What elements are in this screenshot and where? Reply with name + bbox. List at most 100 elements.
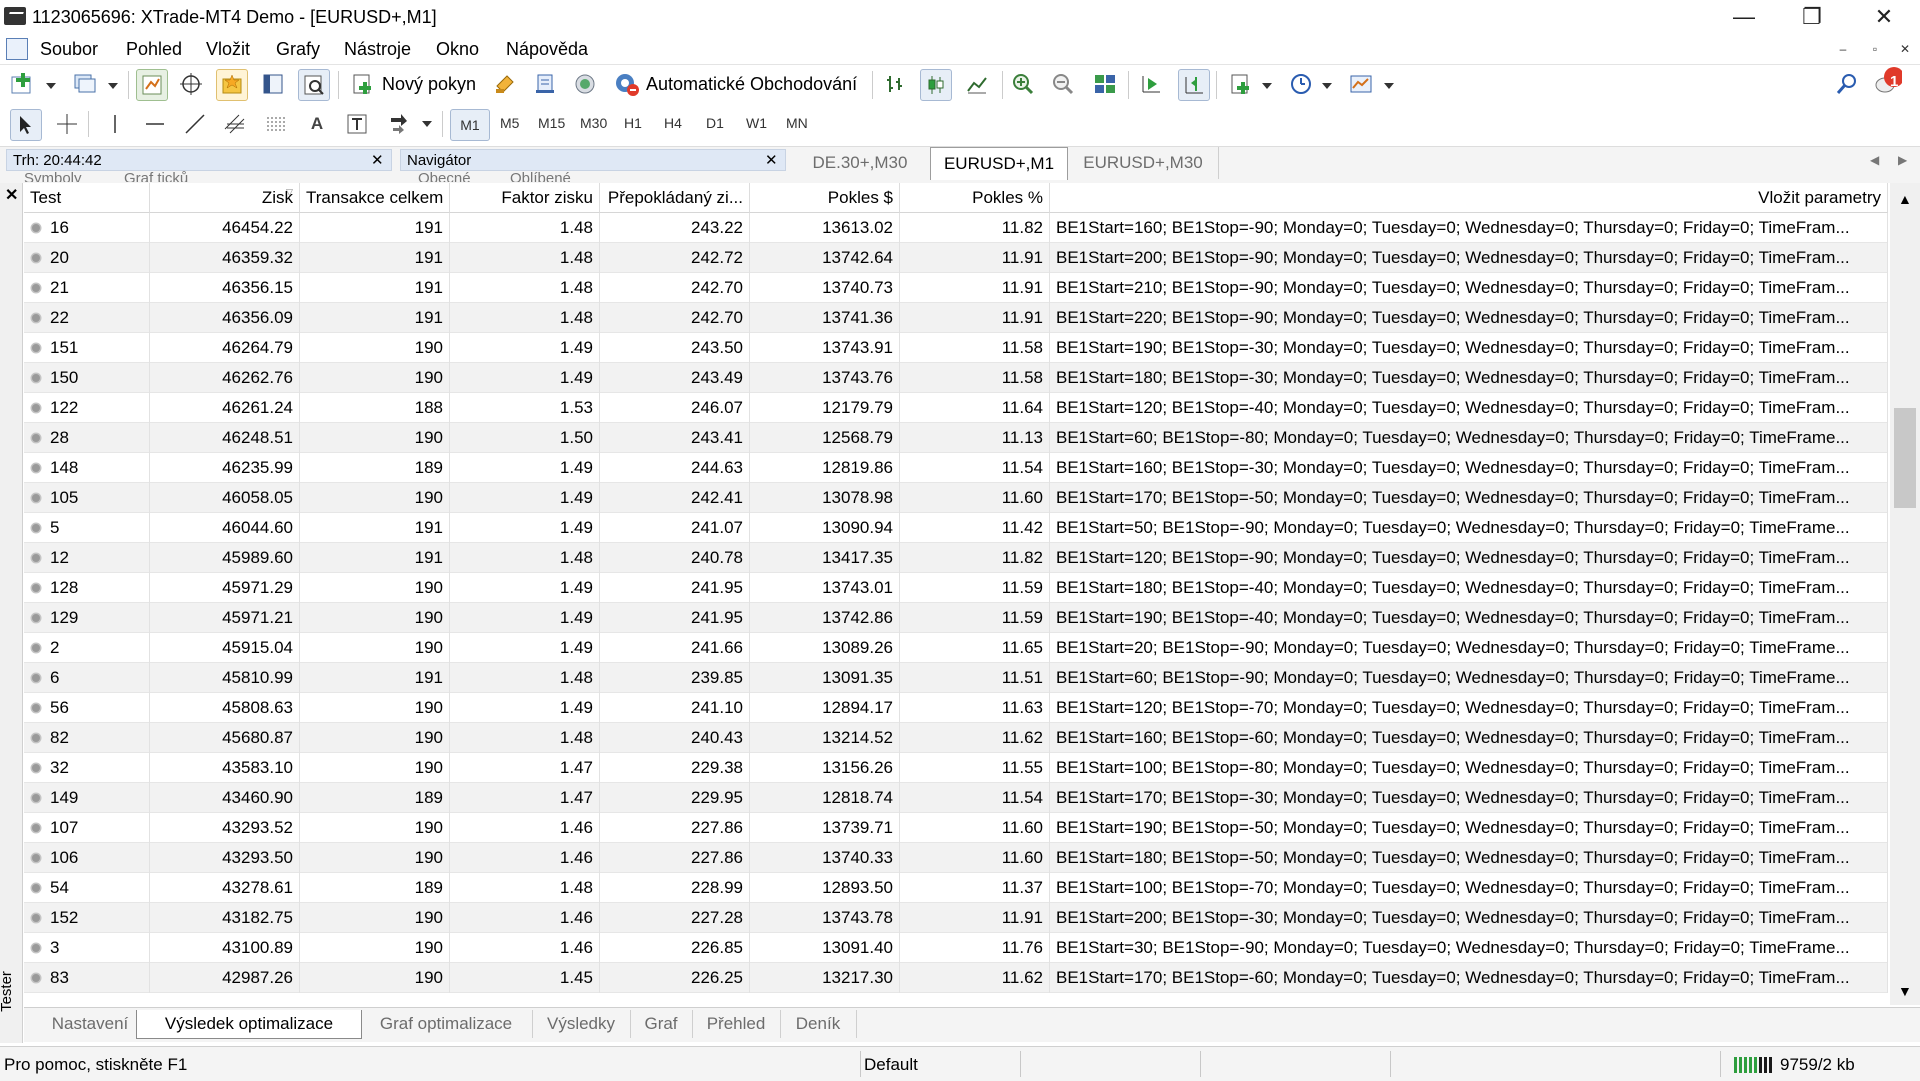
timeframe-m5[interactable]: M5	[500, 115, 519, 131]
table-row[interactable]: 6 45810.99 191 1.48 239.85 13091.35 11.51 BE1St…	[24, 663, 1888, 693]
market-watch-tab-ticks[interactable]: Graf ticků	[124, 170, 188, 182]
column-header-profit[interactable]: Zisk	[150, 183, 300, 213]
table-row[interactable]: 128 45971.29 190 1.49 241.95 13743.01 11.59 BE1…	[24, 573, 1888, 603]
arrows-icon[interactable]	[384, 109, 414, 139]
table-row[interactable]: 3 43100.89 190 1.46 226.85 13091.40 11.76 BE1St…	[24, 933, 1888, 963]
periods-dropdown-icon[interactable]	[1322, 83, 1332, 89]
table-row[interactable]: 12 45989.60 191 1.48 240.78 13417.35 11.82 BE1S…	[24, 543, 1888, 573]
templates-dropdown-icon[interactable]	[1384, 83, 1394, 89]
equidistant-channel-icon[interactable]	[220, 109, 250, 139]
column-header-drawdown-pct[interactable]: Pokles %	[900, 183, 1050, 213]
menu-grafy[interactable]: Grafy	[276, 39, 320, 60]
column-header-total-trades[interactable]: Transakce celkem	[300, 183, 450, 213]
vertical-scrollbar[interactable]: ▲ ▼	[1890, 183, 1920, 1005]
menu-nastroje[interactable]: Nástroje	[344, 39, 411, 60]
chart-tab-de30-m30[interactable]: DE.30+,M30	[790, 147, 931, 179]
menu-pohled[interactable]: Pohled	[126, 39, 182, 60]
new-order-button[interactable]: Nový pokyn	[382, 74, 476, 95]
table-row[interactable]: 83 42987.26 190 1.45 226.25 13217.30 11.62 BE1S…	[24, 963, 1888, 993]
indicators-icon[interactable]	[1226, 69, 1256, 99]
table-row[interactable]: 107 43293.52 190 1.46 227.86 13739.71 11.60 BE1…	[24, 813, 1888, 843]
data-window-icon[interactable]	[176, 69, 206, 99]
auto-trading-icon[interactable]	[612, 69, 642, 99]
navigator-tab-general[interactable]: Obecné	[418, 170, 471, 182]
new-order-icon[interactable]	[348, 69, 378, 99]
table-row[interactable]: 151 46264.79 190 1.49 243.50 13743.91 11.58 BE1…	[24, 333, 1888, 363]
candlestick-chart-icon[interactable]	[920, 69, 952, 101]
metaeditor-icon[interactable]	[490, 69, 520, 99]
tab-graf-optimalizace[interactable]: Graf optimalizace	[360, 1010, 533, 1038]
child-restore-button[interactable]: ▫	[1864, 40, 1886, 58]
table-row[interactable]: 21 46356.15 191 1.48 242.70 13740.73 11.91 BE1S…	[24, 273, 1888, 303]
table-row[interactable]: 2 45915.04 190 1.49 241.66 13089.26 11.65 BE1St…	[24, 633, 1888, 663]
notifications-icon[interactable]: 1	[1872, 67, 1902, 97]
table-row[interactable]: 129 45971.21 190 1.49 241.95 13742.86 11.59 BE1…	[24, 603, 1888, 633]
new-chart-icon[interactable]	[8, 69, 38, 99]
timeframe-h4[interactable]: H4	[664, 115, 682, 131]
fibonacci-icon[interactable]	[262, 109, 292, 139]
vertical-line-icon[interactable]	[100, 109, 130, 139]
timeframe-d1[interactable]: D1	[706, 115, 724, 131]
periods-icon[interactable]	[1286, 69, 1316, 99]
market-watch-close-icon[interactable]: ✕	[371, 150, 384, 172]
tabs-scroll-right-icon[interactable]: ▶	[1898, 153, 1907, 167]
table-row[interactable]: 22 46356.09 191 1.48 242.70 13741.36 11.91 BE1S…	[24, 303, 1888, 333]
zoom-in-icon[interactable]	[1008, 69, 1038, 99]
tab-denik[interactable]: Deník	[780, 1010, 857, 1038]
bar-chart-icon[interactable]	[880, 69, 910, 99]
close-button[interactable]: ✕	[1856, 2, 1912, 32]
scroll-thumb[interactable]	[1894, 408, 1916, 508]
tab-vysledky[interactable]: Výsledky	[532, 1010, 631, 1038]
tab-nastaveni[interactable]: Nastavení	[34, 1010, 147, 1038]
strategy-tester-icon[interactable]	[298, 69, 330, 101]
tester-close-icon[interactable]: ✕	[5, 185, 18, 205]
navigator-close-icon[interactable]: ✕	[765, 150, 778, 172]
chart-tab-eurusd-m30[interactable]: EURUSD+,M30	[1068, 147, 1219, 179]
search-icon[interactable]	[1832, 69, 1862, 99]
menu-soubor[interactable]: Soubor	[40, 39, 98, 60]
tab-prehled[interactable]: Přehled	[692, 1010, 781, 1038]
profiles-dropdown-icon[interactable]	[108, 83, 118, 89]
column-header-input-parameters[interactable]: Vložit parametry	[1050, 183, 1888, 213]
navigator-icon[interactable]	[216, 69, 248, 101]
column-header-test[interactable]: Test	[24, 183, 150, 213]
timeframe-m1[interactable]: M1	[460, 117, 479, 133]
text-label-icon[interactable]	[342, 109, 372, 139]
column-header-drawdown-usd[interactable]: Pokles $	[750, 183, 900, 213]
crosshair-icon[interactable]	[52, 109, 82, 139]
table-row[interactable]: 16 46454.22 191 1.48 243.22 13613.02 11.82 BE1S…	[24, 213, 1888, 243]
timeframe-mn[interactable]: MN	[786, 115, 808, 131]
table-row[interactable]: 152 43182.75 190 1.46 227.28 13743.78 11.91 BE1…	[24, 903, 1888, 933]
table-row[interactable]: 54 43278.61 189 1.48 228.99 12893.50 11.37 BE1S…	[24, 873, 1888, 903]
column-header-expected-payoff[interactable]: Přepokládaný zi...	[600, 183, 750, 213]
auto-scroll-icon[interactable]	[1136, 69, 1166, 99]
maximize-button[interactable]: ❐	[1784, 2, 1840, 32]
scroll-up-icon[interactable]: ▲	[1898, 191, 1912, 207]
templates-icon[interactable]	[1346, 69, 1376, 99]
chart-document-icon[interactable]	[6, 38, 28, 60]
table-row[interactable]: 148 46235.99 189 1.49 244.63 12819.86 11.54 BE1…	[24, 453, 1888, 483]
auto-trading-button[interactable]: Automatické Obchodování	[646, 74, 857, 95]
line-chart-icon[interactable]	[962, 69, 992, 99]
market-watch-tab-symbols[interactable]: Symboly	[24, 170, 82, 182]
zoom-out-icon[interactable]	[1048, 69, 1078, 99]
table-row[interactable]: 105 46058.05 190 1.49 242.41 13078.98 11.60 BE1…	[24, 483, 1888, 513]
table-row[interactable]: 149 43460.90 189 1.47 229.95 12818.74 11.54 BE1…	[24, 783, 1888, 813]
table-row[interactable]: 28 46248.51 190 1.50 243.41 12568.79 11.13 BE1S…	[24, 423, 1888, 453]
table-row[interactable]: 122 46261.24 188 1.53 246.07 12179.79 11.64 BE1…	[24, 393, 1888, 423]
table-row[interactable]: 5 46044.60 191 1.49 241.07 13090.94 11.42 BE1St…	[24, 513, 1888, 543]
chart-tab-eurusd-m1[interactable]: EURUSD+,M1	[930, 147, 1068, 180]
timeframe-w1[interactable]: W1	[746, 115, 767, 131]
trendline-icon[interactable]	[180, 109, 210, 139]
text-tool-icon[interactable]: A	[302, 109, 332, 139]
child-minimize-button[interactable]: –	[1832, 40, 1854, 58]
profiles-icon[interactable]	[70, 69, 100, 99]
menu-okno[interactable]: Okno	[436, 39, 479, 60]
market-watch-icon[interactable]	[136, 69, 168, 101]
scroll-down-icon[interactable]: ▼	[1898, 983, 1912, 999]
tabs-scroll-left-icon[interactable]: ◀	[1870, 153, 1879, 167]
table-row[interactable]: 82 45680.87 190 1.48 240.43 13214.52 11.62 BE1S…	[24, 723, 1888, 753]
table-row[interactable]: 32 43583.10 190 1.47 229.38 13156.26 11.55 BE1S…	[24, 753, 1888, 783]
column-header-profit-factor[interactable]: Faktor zisku	[450, 183, 600, 213]
child-close-button[interactable]: ✕	[1894, 40, 1916, 58]
